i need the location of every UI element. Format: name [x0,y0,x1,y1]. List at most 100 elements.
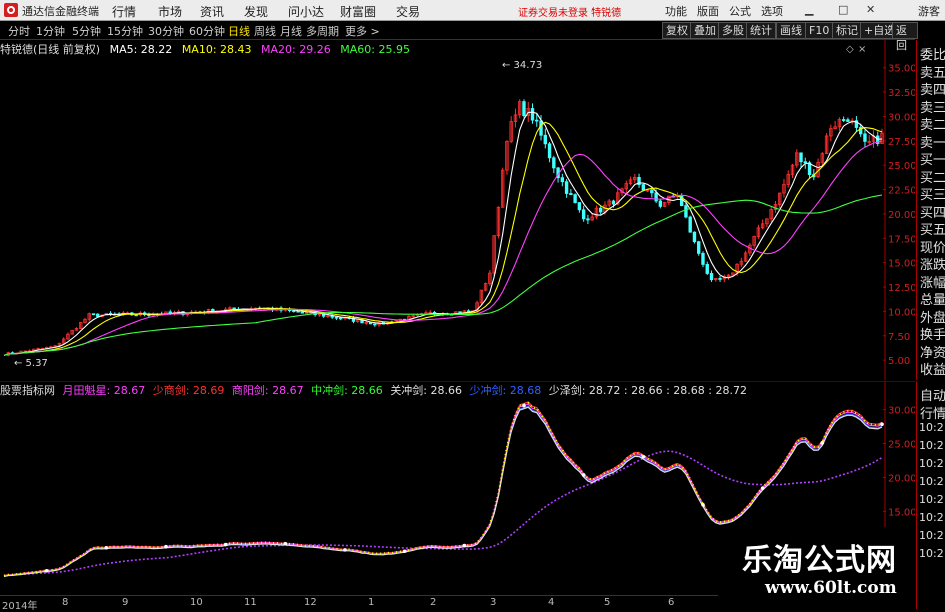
tab-multi-period[interactable]: 多周期 [306,23,339,39]
tab-weekly[interactable]: 周线 [254,23,276,39]
kline-chart[interactable]: 35.00 32.50 30.00 27.50 25.00 22.50 20.00 17.50… [0,40,915,380]
period-toolbar: 分时 1分钟 5分钟 15分钟 30分钟 60分钟 日线 周线 月线 多周期 更… [0,21,918,52]
date-tick: 2014年 [2,601,38,612]
draw-line-button[interactable]: 画线 [776,22,806,39]
tab-5min[interactable]: 5分钟 [72,23,101,39]
date-tick: 1 [368,597,375,608]
signal-dot [820,441,825,445]
close-panel-icon: × [858,44,866,55]
quote-field-label: 净资 [920,345,945,361]
candle-body [96,313,100,317]
menu-functions[interactable]: 功能 [665,3,687,19]
tick-panel: 自动 行情 10:2 10:2 10:2 10:2 10:2 10:2 10:2 10:2 [916,381,945,609]
indicator-info-line: 股票指标网 月田魁星: 28.67 少商剑: 28.69 商阳剑: 28.67 … [0,382,751,397]
tick-time: 10:2 [919,457,944,470]
candle-body [543,134,547,145]
overlay-button[interactable]: 叠加 [690,22,720,39]
tick-time: 10:2 [919,547,944,560]
signal-dot [522,403,526,408]
price-tick-label: 12.50 [888,283,915,294]
candle-body [552,157,556,169]
candle-body [598,207,603,213]
date-tick: 6 [668,597,675,608]
tab-intraday[interactable]: 分时 [8,23,30,39]
candle-body [863,133,867,142]
quote-field-label: 卖二 [920,118,945,133]
tab-daily[interactable]: 日线 [228,23,250,39]
stats-button[interactable]: 统计 [746,22,776,39]
menu-wealth[interactable]: 财富圈 [340,3,376,20]
menu-market[interactable]: 市场 [158,3,182,20]
f10-button[interactable]: F10 [805,22,834,39]
mark-button[interactable]: 标记 [832,22,862,39]
ma60-value: MA60: 25.95 [340,43,410,56]
candle-body [803,161,807,164]
candle-body [658,200,663,207]
menu-layout[interactable]: 版面 [697,3,719,19]
price-tick-label: 10.00 [888,307,915,318]
maximize-icon[interactable]: □ [838,3,848,16]
candle-body [841,119,846,121]
ma10-line [3,121,883,356]
indicator-name: 股票指标网 [0,384,55,397]
candle-body [539,120,543,136]
price-tick-label: 7.50 [888,332,910,343]
tick-time: 10:2 [919,421,944,434]
tick-time: 10:2 [919,493,944,506]
sub-tick-label: 25.00 [888,440,915,451]
sub-tick-label: 15.00 [888,507,915,518]
menu-assistant[interactable]: 问小达 [288,3,324,20]
date-tick: 12 [304,597,317,608]
candle-body [292,310,296,313]
tick-panel-label: 自动 [920,389,945,404]
signal-dot [283,541,288,546]
back-button[interactable]: 返回 [892,22,918,52]
quote-field-label: 外盘 [920,310,945,326]
tab-15min[interactable]: 15分钟 [107,23,143,39]
candle-body [547,143,552,159]
signal-dot [104,545,109,550]
minimize-icon[interactable]: ▁ [805,3,813,16]
quote-field-label: 买四 [920,205,945,221]
ma5-value: MA5: 28.22 [109,43,173,56]
close-icon[interactable]: ✕ [866,3,875,16]
signal-dot [402,549,407,554]
price-tick-label: 25.00 [888,161,915,172]
candle-body [654,192,658,202]
menu-discover[interactable]: 发现 [244,3,268,20]
candle-body [134,314,138,317]
menu-quotes[interactable]: 行情 [112,3,136,20]
quote-field-label: 卖三 [920,100,945,116]
signal-dot [343,548,347,552]
indicator-value-3: 商阳剑: 28.67 [231,384,304,397]
candle-body [709,273,714,281]
watermark-title: 乐淘公式网 [742,543,897,578]
price-tick-label: 27.50 [888,137,915,148]
menu-formula[interactable]: 公式 [729,3,751,19]
candle-body [564,181,569,194]
quote-field-label: 收益 [920,363,945,378]
menu-options[interactable]: 选项 [761,3,783,19]
candle-body [232,307,236,310]
menu-news[interactable]: 资讯 [200,3,224,20]
quote-field-label: 卖五 [920,65,945,81]
tab-60min[interactable]: 60分钟 [189,23,225,39]
tick-time: 10:2 [919,475,944,488]
tab-30min[interactable]: 30分钟 [148,23,184,39]
multi-stock-button[interactable]: 多股 [718,22,748,39]
app-logo-icon [4,3,18,17]
candle-body [581,209,586,220]
menu-trade[interactable]: 交易 [396,3,420,20]
guest-label[interactable]: 游客 [918,3,940,19]
price-tick-label: 22.50 [888,186,915,197]
tick-time: 10:2 [919,529,944,542]
tab-1min[interactable]: 1分钟 [36,23,65,39]
menu-bar: 通达信金融终端 行情 市场 资讯 发现 问小达 财富圈 交易 证券交易未登录 特… [0,0,945,21]
quote-field-label: 买五 [920,223,945,238]
tab-monthly[interactable]: 月线 [280,23,302,39]
adjust-button[interactable]: 复权 [662,22,692,39]
watermark-url: www.60lt.com [765,578,897,598]
tab-more[interactable]: 更多 > [345,23,380,39]
price-tick-label: 35.00 [888,64,915,75]
quote-field-label: 买三 [920,188,945,203]
